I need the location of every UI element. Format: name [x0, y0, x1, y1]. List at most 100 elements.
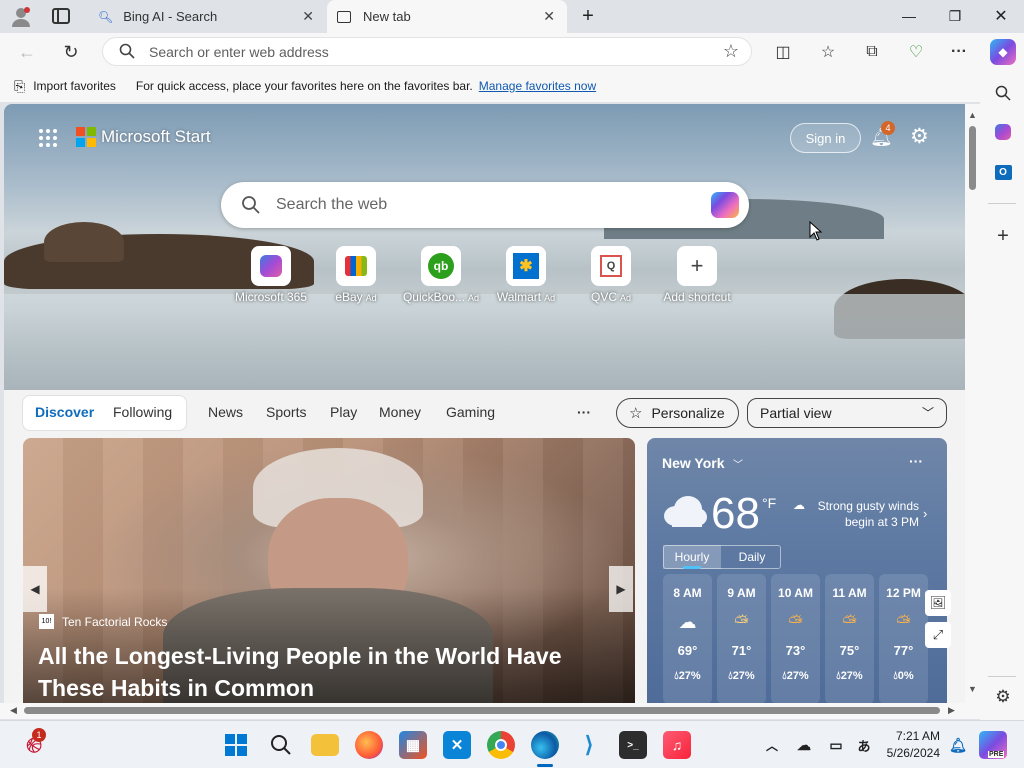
more-tabs-button[interactable]: ··· — [577, 404, 591, 420]
display-icon[interactable]: ▭ — [822, 731, 850, 759]
new-tab-button[interactable]: + — [574, 4, 602, 28]
expand-icon[interactable]: ⤢ — [925, 622, 951, 648]
sidebar-settings-icon[interactable]: ⚙ — [992, 686, 1014, 708]
copilot-icon[interactable]: ◆ — [990, 39, 1016, 65]
horizontal-scrollbar[interactable]: ◀ ▶ — [0, 703, 980, 719]
close-tab-icon[interactable]: ✕ — [543, 8, 555, 25]
browser-essentials-icon[interactable]: ♡ — [905, 41, 927, 63]
toolbar: ← ↻ Search or enter web address ☆ ◫ ☆ ⧉ … — [0, 33, 1024, 70]
brand-title[interactable]: Microsoft Start — [101, 127, 211, 147]
profile-icon[interactable] — [10, 6, 32, 28]
tab-actions-icon[interactable] — [52, 8, 70, 24]
sign-in-button[interactable]: Sign in — [790, 123, 861, 153]
scroll-thumb[interactable] — [24, 707, 940, 714]
close-window-button[interactable]: ✕ — [987, 4, 1015, 28]
tab-sports[interactable]: Sports — [266, 404, 306, 420]
article-title[interactable]: All the Longest-Living People in the Wor… — [38, 640, 598, 703]
shortcut-walmart[interactable]: ✱ Walmart Ad — [481, 246, 571, 304]
refresh-button[interactable]: ↻ — [60, 41, 82, 63]
tab-new-tab[interactable]: New tab ✕ — [327, 0, 567, 33]
terminal-icon[interactable]: >_ — [619, 731, 647, 759]
manage-favorites-link[interactable]: Manage favorites now — [479, 79, 596, 93]
back-button[interactable]: ← — [16, 41, 38, 63]
weather-more-icon[interactable]: ··· — [909, 453, 923, 469]
web-search-box[interactable]: Search the web — [221, 182, 749, 228]
article-source[interactable]: Ten Factorial Rocks — [62, 615, 167, 629]
vertical-scrollbar[interactable]: ▲ ▼ — [965, 104, 980, 703]
scroll-left-arrow[interactable]: ◀ — [10, 705, 17, 716]
microsoft-store-icon[interactable]: ▦ — [399, 731, 427, 759]
import-favorites-icon[interactable]: ⎘ — [14, 78, 25, 95]
apps-launcher-icon[interactable] — [38, 128, 58, 148]
add-shortcut-button[interactable]: + Add shortcut — [652, 246, 742, 304]
scroll-thumb[interactable] — [969, 126, 976, 190]
music-app-icon[interactable]: ♫ — [663, 731, 691, 759]
shortcut-qvc[interactable]: Q QVC Ad — [566, 246, 656, 304]
edge-icon[interactable] — [531, 731, 559, 759]
carousel-next-button[interactable]: ▶ — [609, 566, 633, 612]
weather-location[interactable]: New York — [662, 455, 725, 471]
carousel-prev-button[interactable]: ◀ — [23, 566, 47, 612]
feedback-image-icon[interactable]: 🖼︎ — [925, 590, 951, 616]
precipitation: 27% — [786, 670, 809, 682]
shortcut-quickbooks[interactable]: qb QuickBoo... Ad — [396, 246, 486, 304]
windows-start-icon[interactable] — [222, 731, 250, 759]
scroll-up-arrow[interactable]: ▲ — [968, 110, 977, 120]
outlook-icon[interactable]: O — [992, 161, 1014, 183]
chevron-down-icon[interactable]: ﹀ — [733, 456, 743, 471]
vscode-icon[interactable]: ⟩ — [575, 731, 603, 759]
language-icon[interactable]: あ — [850, 731, 878, 759]
chevron-up-icon[interactable]: ︿ — [758, 731, 786, 759]
favorite-star-icon[interactable]: ☆ — [723, 41, 739, 62]
tab-discover[interactable]: Discover — [35, 404, 94, 420]
hourly-forecast-item[interactable]: 9 AM ⛅︎ 71° 💧︎27% — [717, 574, 766, 703]
scroll-down-arrow[interactable]: ▼ — [968, 684, 977, 694]
hourly-forecast-item[interactable]: 10 AM ⛅︎ 73° 💧︎27% — [771, 574, 820, 703]
shortcut-ebay[interactable]: eBay Ad — [311, 246, 401, 304]
settings-more-icon[interactable]: ··· — [948, 41, 970, 63]
personalize-label: Personalize — [651, 405, 725, 421]
snipping-tool-icon[interactable]: ✕ — [443, 731, 471, 759]
hourly-forecast-item[interactable]: 11 AM ⛅︎ 75° 💧︎27% — [825, 574, 874, 703]
copilot-icon[interactable] — [711, 192, 739, 218]
weather-alert[interactable]: Strong gusty winds begin at 3 PM — [807, 498, 919, 530]
close-tab-icon[interactable]: ✕ — [302, 8, 314, 25]
notification-bell-icon[interactable]: 🔔︎ — [944, 731, 972, 759]
tab-news[interactable]: News — [208, 404, 243, 420]
search-icon[interactable] — [267, 731, 295, 759]
scroll-right-arrow[interactable]: ▶ — [948, 705, 955, 716]
personalize-button[interactable]: ☆ Personalize — [616, 398, 739, 428]
split-screen-icon[interactable]: ◫ — [772, 41, 794, 63]
chrome-icon[interactable] — [487, 731, 515, 759]
weather-card[interactable]: New York ﹀ ··· 68 °F ☁ Strong gusty wind… — [647, 438, 951, 703]
firefox-icon[interactable] — [355, 731, 383, 759]
shortcut-microsoft-365[interactable]: Microsoft 365 — [226, 246, 316, 304]
add-sidebar-app-icon[interactable]: + — [992, 225, 1014, 247]
minimize-button[interactable]: — — [895, 4, 923, 28]
collections-icon[interactable]: ⧉ — [861, 41, 883, 63]
hour-temperature: 73° — [785, 643, 806, 658]
search-icon[interactable] — [992, 82, 1014, 104]
tab-bing-search[interactable]: 🔍︎ Bing AI - Search ✕ — [88, 0, 326, 33]
tab-play[interactable]: Play — [330, 404, 357, 420]
tab-daily[interactable]: Daily — [723, 545, 781, 569]
view-mode-dropdown[interactable]: Partial view ﹀ — [747, 398, 947, 428]
cloud-sync-icon[interactable]: ☁ — [790, 731, 818, 759]
tab-money[interactable]: Money — [379, 404, 421, 420]
hourly-forecast-item[interactable]: 12 PM ⛅︎ 77° 💧︎0% — [879, 574, 928, 703]
import-favorites-button[interactable]: Import favorites — [33, 79, 116, 93]
clock-date[interactable]: 5/26/2024 — [875, 746, 940, 760]
restore-button[interactable]: ❐ — [941, 4, 969, 28]
microsoft365-icon[interactable] — [992, 121, 1014, 143]
walmart-icon: ✱ — [506, 246, 546, 286]
clock-time[interactable]: 7:21 AM — [880, 729, 940, 743]
chevron-right-icon[interactable]: › — [923, 506, 927, 521]
address-bar[interactable]: Search or enter web address ☆ — [102, 37, 752, 66]
favorites-icon[interactable]: ☆ — [817, 41, 839, 63]
featured-article-card[interactable]: ◀ ▶ 10! Ten Factorial Rocks All the Long… — [23, 438, 635, 703]
tab-gaming[interactable]: Gaming — [446, 404, 495, 420]
file-explorer-icon[interactable] — [311, 734, 339, 756]
page-settings-gear-icon[interactable]: ⚙ — [910, 124, 929, 149]
hourly-forecast-item[interactable]: 8 AM ☁ 69° 💧︎27% — [663, 574, 712, 703]
tab-following[interactable]: Following — [113, 404, 172, 420]
